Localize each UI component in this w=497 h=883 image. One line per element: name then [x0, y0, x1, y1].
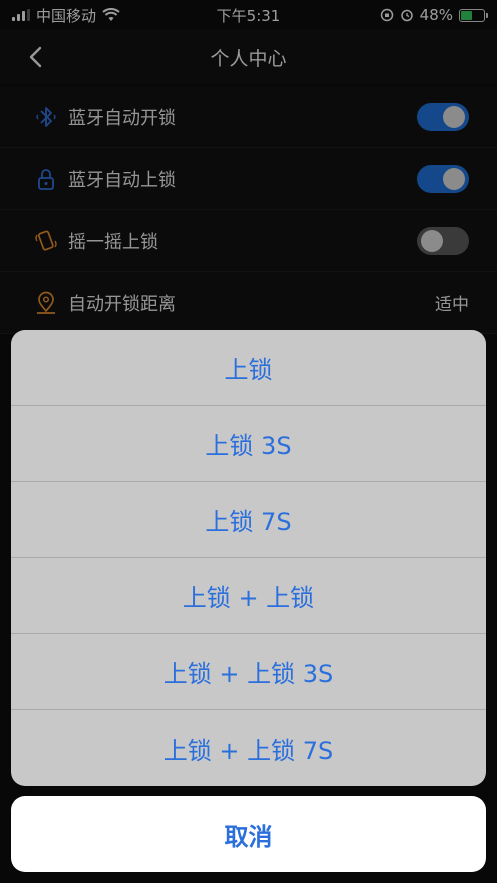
action-sheet: 上锁 上锁 3S 上锁 7S 上锁 + 上锁 上锁 + 上锁 3S 上锁 + 上… [11, 330, 486, 786]
action-option-lock-7s[interactable]: 上锁 7S [11, 482, 486, 558]
cancel-button[interactable]: 取消 [11, 796, 486, 872]
action-option-double-lock[interactable]: 上锁 + 上锁 [11, 558, 486, 634]
action-option-lock[interactable]: 上锁 [11, 330, 486, 406]
action-option-double-lock-7s[interactable]: 上锁 + 上锁 7S [11, 710, 486, 786]
action-option-double-lock-3s[interactable]: 上锁 + 上锁 3S [11, 634, 486, 710]
action-option-lock-3s[interactable]: 上锁 3S [11, 406, 486, 482]
